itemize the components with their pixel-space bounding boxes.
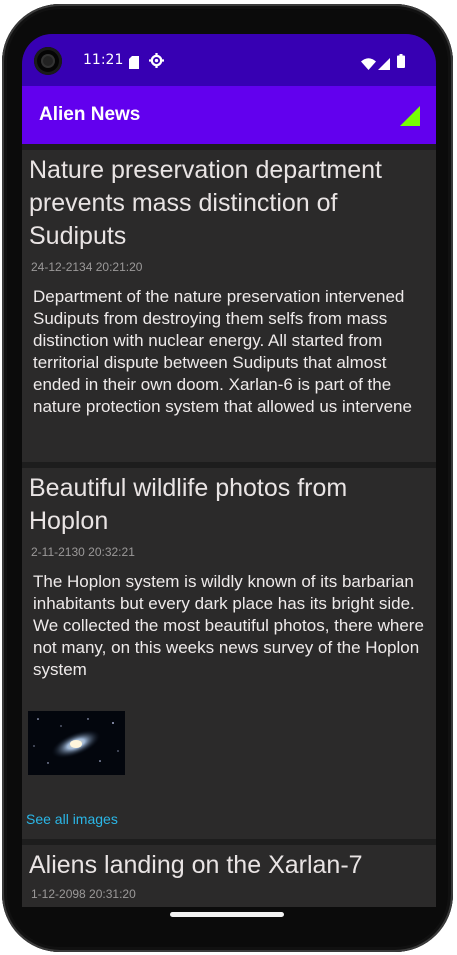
front-camera xyxy=(34,47,62,75)
article-title[interactable]: Nature preservation department prevents … xyxy=(29,154,436,253)
status-bar: 11:21 xyxy=(22,34,436,86)
news-feed[interactable]: Nature preservation department prevents … xyxy=(22,144,436,907)
article-title[interactable]: Beautiful wildlife photos from Hoplon xyxy=(29,472,429,538)
article-card-1[interactable]: Nature preservation department prevents … xyxy=(22,150,436,462)
wifi-icon xyxy=(361,55,376,74)
app-bar: Alien News xyxy=(22,86,436,144)
home-indicator[interactable] xyxy=(170,912,284,917)
article-card-3[interactable]: Aliens landing on the Xarlan-7 1-12-2098… xyxy=(22,845,436,907)
see-all-images-link[interactable]: See all images xyxy=(26,811,118,827)
signal-icon xyxy=(400,106,420,126)
app-title: Alien News xyxy=(39,104,141,125)
article-card-2[interactable]: Beautiful wildlife photos from Hoplon 2-… xyxy=(22,468,436,839)
phone-frame: 11:21 Alien News Nature preservation dep… xyxy=(2,4,453,952)
screen: 11:21 Alien News Nature preservation dep… xyxy=(22,34,436,907)
galaxy-image[interactable] xyxy=(28,711,125,775)
article-body: The Hoplon system is wildly known of its… xyxy=(33,572,424,679)
battery-icon xyxy=(397,53,405,72)
sd-card-icon xyxy=(129,54,139,73)
article-date: 1-12-2098 20:31:20 xyxy=(31,887,136,901)
article-date: 2-11-2130 20:32:21 xyxy=(31,545,135,559)
article-date: 24-12-2134 20:21:20 xyxy=(31,260,143,274)
settings-icon xyxy=(149,53,164,72)
article-title[interactable]: Aliens landing on the Xarlan-7 xyxy=(29,849,429,882)
status-time: 11:21 xyxy=(83,52,124,68)
cellular-icon xyxy=(378,55,390,74)
article-body: Department of the nature preservation in… xyxy=(33,287,412,416)
